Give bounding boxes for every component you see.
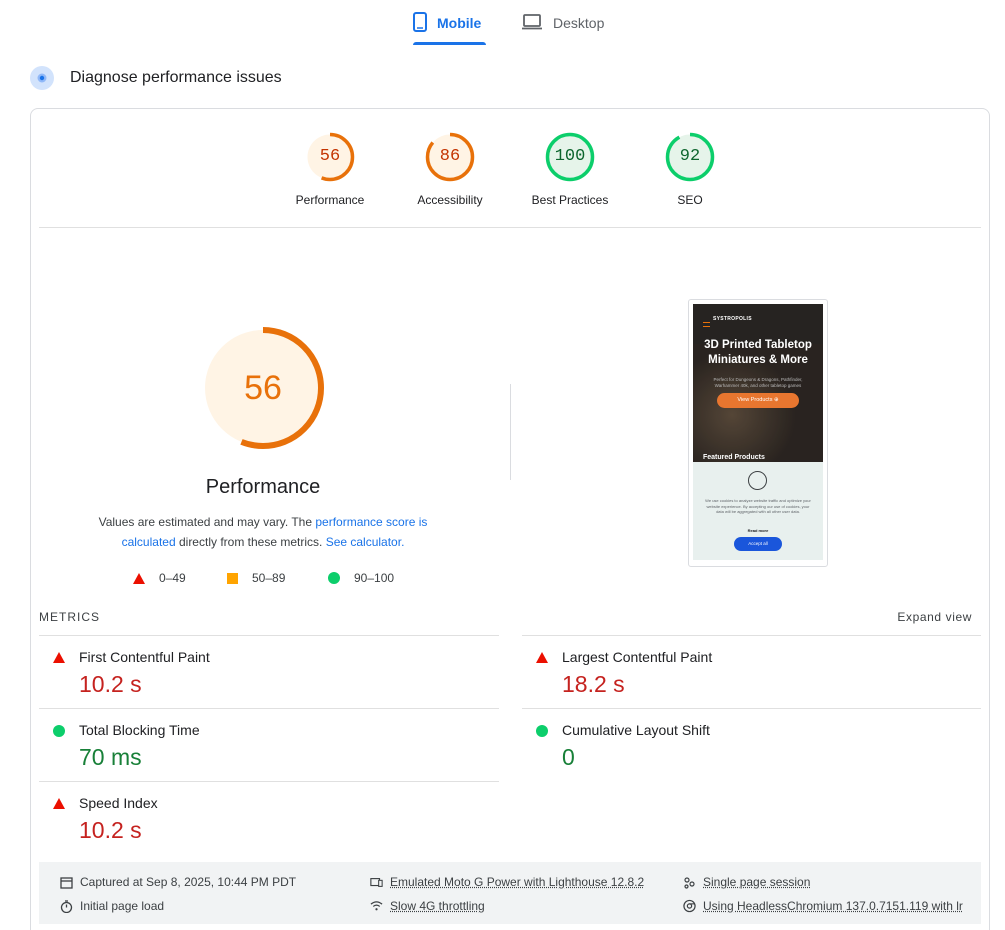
square-icon [227,573,238,584]
throttling-text: Slow 4G throttling [390,899,485,913]
performance-description: Values are estimated and may vary. The p… [80,512,446,552]
see-calculator-link[interactable]: See calculator. [326,535,405,549]
metric-cls: Cumulative Layout Shift 0 [522,708,981,781]
hero-subtitle: Perfect for Dungeons & Dragons, Pathfind… [711,377,805,389]
performance-title: Performance [163,476,363,499]
captured-text: Captured at Sep 8, 2025, 10:44 PM PDT [80,875,296,889]
metric-label: Cumulative Layout Shift [562,722,710,738]
metric-label: Total Blocking Time [79,722,200,738]
pass-circle-icon [53,725,65,737]
menu-icon [703,322,710,327]
featured-heading: Featured Products [703,454,765,461]
view-products-button: View Products ⊕ [717,393,799,408]
legend-pass: 90–100 [328,571,394,585]
calendar-icon [60,876,73,889]
chrome-icon [683,900,696,913]
phone-icon [413,12,427,35]
legend-average: 50–89 [227,571,285,585]
triangle-icon [133,573,145,584]
divider [39,227,981,228]
score-gauges: 56 Performance 86 Accessibility 100 Best… [0,132,1005,212]
session-icon [683,876,696,889]
metric-lcp: Largest Contentful Paint 18.2 s [522,635,981,708]
gauge-label: Accessibility [395,193,505,207]
active-tab-indicator [413,42,486,45]
laptop-icon [521,14,543,33]
metric-value: 0 [562,744,575,771]
circle-icon [328,572,340,584]
vertical-separator [510,384,511,480]
legend-pass-label: 90–100 [354,571,394,585]
gauge-accessibility[interactable]: 86 Accessibility [395,132,505,207]
session-info[interactable]: Single page session [683,875,810,889]
read-more-link: Read more [693,528,823,533]
accept-all-button: Accept all [734,537,782,551]
diagnose-header: Diagnose performance issues [30,66,282,90]
browser-info[interactable]: Using HeadlessChromium 137.0.7151.119 wi… [683,899,963,913]
device-tabs: Mobile Desktop [0,0,1005,46]
metric-label: First Contentful Paint [79,649,210,665]
metric-fcp: First Contentful Paint 10.2 s [39,635,499,708]
lighthouse-icon [30,66,54,90]
network-throttling[interactable]: Slow 4G throttling [370,899,485,913]
gauge-performance[interactable]: 56 Performance [275,132,385,207]
emulated-device[interactable]: Emulated Moto G Power with Lighthouse 12… [370,875,644,889]
gauge-label: SEO [635,193,745,207]
gauge-best-practices[interactable]: 100 Best Practices [515,132,625,207]
diagnose-title: Diagnose performance issues [70,69,282,87]
gauge-score: 100 [515,132,625,182]
cookie-icon [748,471,767,490]
metric-label: Largest Contentful Paint [562,649,712,665]
runtime-settings: Captured at Sep 8, 2025, 10:44 PM PDT In… [39,862,981,924]
tab-mobile[interactable]: Mobile [413,0,481,46]
pass-circle-icon [536,725,548,737]
gauge-score: 86 [395,132,505,182]
metric-label: Speed Index [79,795,158,811]
gauge-seo[interactable]: 92 SEO [635,132,745,207]
cookie-text: We use cookies to analyze website traffi… [703,498,813,515]
gauge-label: Best Practices [515,193,625,207]
page-screenshot[interactable]: SYSTROPOLIS 3D Printed Tabletop Miniatur… [688,299,828,567]
legend-average-label: 50–89 [252,571,285,585]
captured-at: Captured at Sep 8, 2025, 10:44 PM PDT [60,875,296,889]
gauge-label: Performance [275,193,385,207]
performance-score-large: 56 [201,326,325,450]
site-logo: SYSTROPOLIS [713,316,752,322]
hero-title: 3D Printed Tabletop Miniatures & More [693,338,823,368]
metrics-heading: METRICS [39,610,100,624]
metric-value: 10.2 s [79,671,142,698]
metric-value: 18.2 s [562,671,625,698]
initial-load-text: Initial page load [80,899,164,913]
fail-triangle-icon [53,652,65,663]
tab-desktop-label: Desktop [553,15,604,31]
fail-triangle-icon [53,798,65,809]
legend-fail-label: 0–49 [159,571,186,585]
gauge-score: 56 [275,132,385,182]
metric-value: 10.2 s [79,817,142,844]
metric-tbt: Total Blocking Time 70 ms [39,708,499,781]
device-text: Emulated Moto G Power with Lighthouse 12… [390,875,644,889]
screenshot-hero: SYSTROPOLIS 3D Printed Tabletop Miniatur… [693,304,823,462]
timer-icon [60,900,73,913]
tab-mobile-label: Mobile [437,15,481,31]
desc-text-2: directly from these metrics. [176,535,326,549]
metric-value: 70 ms [79,744,142,771]
wifi-icon [370,900,383,913]
initial-load: Initial page load [60,899,164,913]
gauge-score: 92 [635,132,745,182]
legend-fail: 0–49 [133,571,186,585]
desc-text-1: Values are estimated and may vary. The [99,515,316,529]
session-text: Single page session [703,875,810,889]
metric-si: Speed Index 10.2 s [39,781,499,854]
expand-view-toggle[interactable]: Expand view [897,610,972,624]
fail-triangle-icon [536,652,548,663]
browser-text: Using HeadlessChromium 137.0.7151.119 wi… [703,899,963,913]
devices-icon [370,876,383,889]
tab-desktop[interactable]: Desktop [521,0,604,46]
cookie-banner: We use cookies to analyze website traffi… [693,462,823,560]
